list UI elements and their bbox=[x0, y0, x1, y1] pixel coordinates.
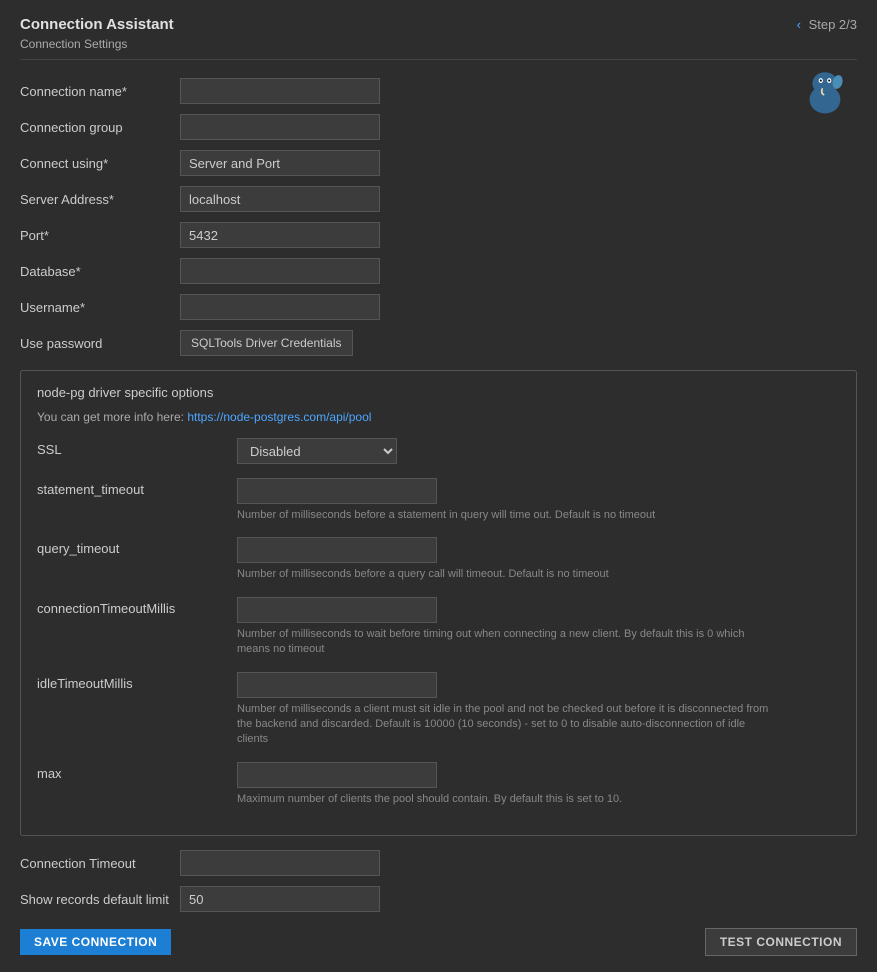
connection-group-row: Connection group bbox=[20, 114, 857, 140]
show-records-input[interactable] bbox=[180, 886, 380, 912]
query-timeout-hint: Number of milliseconds before a query ca… bbox=[237, 567, 609, 582]
connection-name-row: Connection name* bbox=[20, 78, 857, 104]
step-indicator: Step 2/3 bbox=[809, 17, 857, 32]
driver-info-text: You can get more info here: https://node… bbox=[37, 410, 840, 424]
driver-options-box: node-pg driver specific options You can … bbox=[20, 370, 857, 836]
idle-timeout-millis-label: idleTimeoutMillis bbox=[37, 672, 237, 691]
step-area: ‹ Step 2/3 bbox=[797, 17, 857, 32]
use-password-button[interactable]: SQLTools Driver Credentials bbox=[180, 330, 353, 356]
connection-name-input[interactable] bbox=[180, 78, 380, 104]
database-label: Database* bbox=[20, 264, 180, 279]
use-password-label: Use password bbox=[20, 336, 180, 351]
pg-logo bbox=[797, 68, 857, 128]
connection-timeout-millis-hint: Number of milliseconds to wait before ti… bbox=[237, 627, 777, 658]
connection-group-input[interactable] bbox=[180, 114, 380, 140]
connection-timeout-millis-row: connectionTimeoutMillis Number of millis… bbox=[37, 597, 840, 658]
idle-timeout-millis-col: Number of milliseconds a client must sit… bbox=[237, 672, 777, 748]
max-hint: Maximum number of clients the pool shoul… bbox=[237, 792, 622, 807]
subheader: Connection Settings bbox=[20, 37, 857, 60]
driver-options-title: node-pg driver specific options bbox=[37, 385, 840, 400]
back-arrow[interactable]: ‹ bbox=[797, 17, 801, 32]
save-connection-button[interactable]: SAVE CONNECTION bbox=[20, 929, 171, 955]
connection-timeout-millis-input[interactable] bbox=[237, 597, 437, 623]
page-title: Connection Assistant bbox=[20, 16, 174, 33]
statement-timeout-input[interactable] bbox=[237, 478, 437, 504]
ssl-input-col: Disabled Enabled bbox=[237, 438, 397, 464]
test-connection-button[interactable]: TEST CONNECTION bbox=[705, 928, 857, 956]
form-area: Connection name* Connection group Connec… bbox=[20, 78, 857, 956]
ssl-row: SSL Disabled Enabled bbox=[37, 438, 840, 464]
connect-using-row: Connect using* bbox=[20, 150, 857, 176]
show-records-row: Show records default limit bbox=[20, 886, 857, 912]
port-label: Port* bbox=[20, 228, 180, 243]
server-address-row: Server Address* bbox=[20, 186, 857, 212]
connection-timeout-millis-label: connectionTimeoutMillis bbox=[37, 597, 237, 616]
statement-timeout-label: statement_timeout bbox=[37, 478, 237, 497]
driver-info-prefix: You can get more info here: bbox=[37, 410, 187, 424]
username-row: Username* bbox=[20, 294, 857, 320]
server-address-label: Server Address* bbox=[20, 192, 180, 207]
query-timeout-label: query_timeout bbox=[37, 537, 237, 556]
port-input[interactable] bbox=[180, 222, 380, 248]
driver-info-link[interactable]: https://node-postgres.com/api/pool bbox=[187, 410, 371, 424]
ssl-label: SSL bbox=[37, 438, 237, 457]
query-timeout-input[interactable] bbox=[237, 537, 437, 563]
max-input[interactable] bbox=[237, 762, 437, 788]
connection-timeout-millis-col: Number of milliseconds to wait before ti… bbox=[237, 597, 777, 658]
connect-using-input[interactable] bbox=[180, 150, 380, 176]
main-container: Connection Assistant ‹ Step 2/3 Connecti… bbox=[0, 0, 877, 972]
database-input[interactable] bbox=[180, 258, 380, 284]
query-timeout-col: Number of milliseconds before a query ca… bbox=[237, 537, 609, 582]
connection-name-label: Connection name* bbox=[20, 84, 180, 99]
idle-timeout-millis-hint: Number of milliseconds a client must sit… bbox=[237, 702, 777, 748]
username-input[interactable] bbox=[180, 294, 380, 320]
footer-buttons: SAVE CONNECTION TEST CONNECTION bbox=[20, 928, 857, 956]
port-row: Port* bbox=[20, 222, 857, 248]
header: Connection Assistant ‹ Step 2/3 bbox=[20, 16, 857, 33]
max-row: max Maximum number of clients the pool s… bbox=[37, 762, 840, 807]
connection-group-label: Connection group bbox=[20, 120, 180, 135]
ssl-select[interactable]: Disabled Enabled bbox=[237, 438, 397, 464]
query-timeout-row: query_timeout Number of milliseconds bef… bbox=[37, 537, 840, 582]
idle-timeout-millis-input[interactable] bbox=[237, 672, 437, 698]
server-address-input[interactable] bbox=[180, 186, 380, 212]
statement-timeout-col: Number of milliseconds before a statemen… bbox=[237, 478, 655, 523]
connection-timeout-input[interactable] bbox=[180, 850, 380, 876]
max-col: Maximum number of clients the pool shoul… bbox=[237, 762, 622, 807]
connect-using-label: Connect using* bbox=[20, 156, 180, 171]
use-password-row: Use password SQLTools Driver Credentials bbox=[20, 330, 857, 356]
connection-timeout-label: Connection Timeout bbox=[20, 856, 180, 871]
statement-timeout-hint: Number of milliseconds before a statemen… bbox=[237, 508, 655, 523]
username-label: Username* bbox=[20, 300, 180, 315]
database-row: Database* bbox=[20, 258, 857, 284]
connection-timeout-row: Connection Timeout bbox=[20, 850, 857, 876]
max-label: max bbox=[37, 762, 237, 781]
idle-timeout-millis-row: idleTimeoutMillis Number of milliseconds… bbox=[37, 672, 840, 748]
statement-timeout-row: statement_timeout Number of milliseconds… bbox=[37, 478, 840, 523]
show-records-label: Show records default limit bbox=[20, 892, 180, 907]
